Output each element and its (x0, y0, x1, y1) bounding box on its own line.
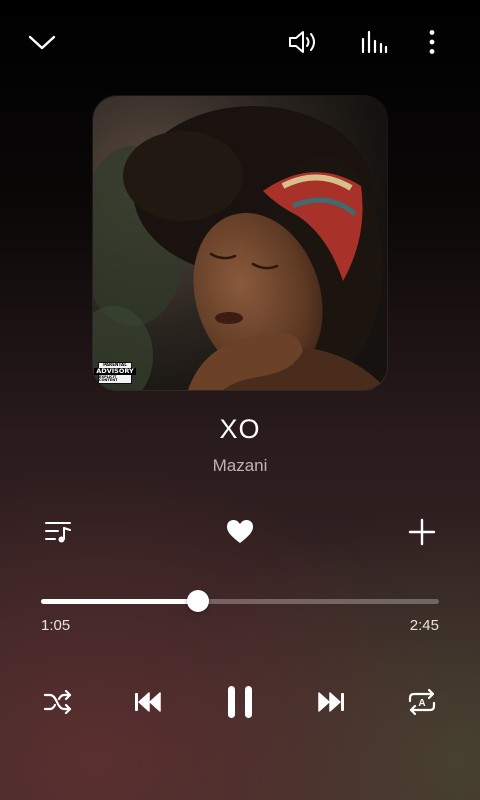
collapse-button[interactable] (22, 24, 62, 60)
elapsed-time: 1:05 (41, 617, 71, 634)
parental-advisory-badge: PARENTAL ADVISORY EXPLICIT CONTENT (94, 362, 136, 384)
previous-icon (135, 692, 161, 712)
volume-button[interactable] (282, 24, 322, 60)
track-title: XO (219, 414, 261, 444)
album-cover-image (93, 96, 387, 390)
repeat-icon: A (408, 688, 436, 716)
chevron-down-icon (28, 35, 56, 50)
volume-icon (289, 31, 315, 53)
queue-button[interactable] (38, 512, 78, 552)
advisory-line-2: ADVISORY (94, 367, 136, 376)
favorite-button[interactable] (220, 512, 260, 552)
shuffle-icon (43, 690, 72, 714)
total-time: 2:45 (409, 617, 439, 634)
top-bar (0, 0, 480, 84)
next-button[interactable] (311, 682, 351, 722)
pause-button[interactable] (216, 678, 264, 726)
svg-text:A: A (418, 698, 425, 709)
progress-bar[interactable] (41, 590, 439, 612)
more-options-button[interactable] (414, 24, 450, 60)
previous-button[interactable] (128, 682, 168, 722)
more-vertical-icon (429, 30, 435, 54)
progress-fill (41, 599, 199, 604)
advisory-line-3: EXPLICIT CONTENT (99, 374, 118, 383)
next-icon (318, 692, 344, 712)
album-art (93, 96, 387, 390)
track-artist[interactable]: Mazani (0, 456, 480, 476)
repeat-button[interactable]: A (402, 682, 442, 722)
equalizer-button[interactable] (354, 24, 394, 60)
shuffle-button[interactable] (38, 682, 78, 722)
queue-icon (45, 522, 71, 543)
add-icon (408, 518, 436, 546)
pause-icon (228, 686, 252, 718)
equalizer-icon (361, 30, 388, 54)
heart-icon (227, 520, 253, 543)
progress-thumb[interactable] (187, 590, 210, 612)
add-to-playlist-button[interactable] (402, 512, 442, 552)
